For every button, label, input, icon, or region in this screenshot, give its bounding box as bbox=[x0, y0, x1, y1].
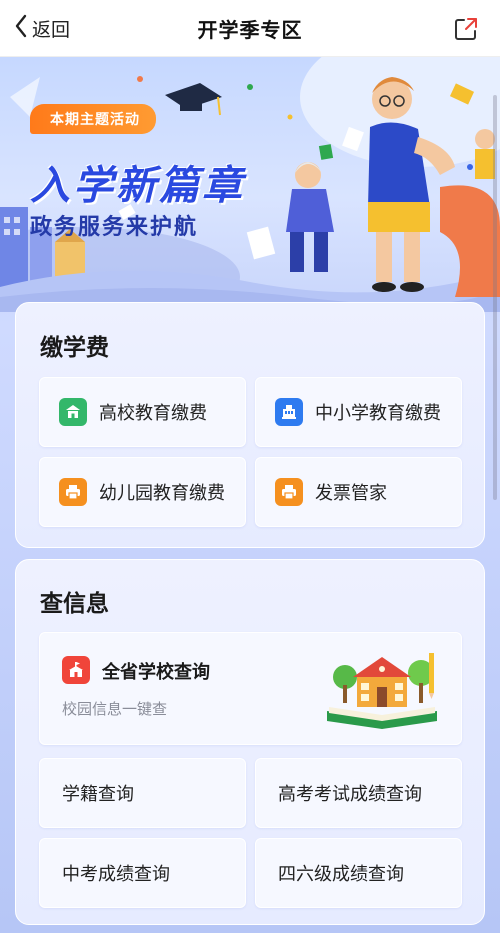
school-icon bbox=[62, 656, 90, 684]
student-status-tile[interactable]: 学籍查询 bbox=[39, 758, 246, 828]
chevron-left-icon bbox=[14, 14, 28, 42]
cet-score-tile[interactable]: 四六级成绩查询 bbox=[255, 838, 462, 908]
zhongkao-score-tile[interactable]: 中考成绩查询 bbox=[39, 838, 246, 908]
school-search-title: 全省学校查询 bbox=[102, 662, 210, 683]
tile-label: 中小学教育缴费 bbox=[315, 403, 441, 424]
top-nav-bar: 返回 开学季专区 bbox=[0, 0, 500, 57]
school-book-illustration bbox=[327, 653, 437, 729]
theme-activity-badge: 本期主题活动 bbox=[30, 104, 156, 134]
banner-headline: 入学新篇章 bbox=[30, 163, 245, 209]
school-building-icon bbox=[275, 398, 303, 426]
section-title-info: 查信息 bbox=[40, 591, 109, 617]
info-query-card: 查信息 全省学校查询 校园信息一键查 学籍查询 高考考试成绩查询 中考成绩查询 … bbox=[15, 559, 485, 925]
tile-label: 高考考试成绩查询 bbox=[278, 784, 422, 805]
tile-label: 发票管家 bbox=[315, 483, 387, 504]
banner-subline: 政务服务来护航 bbox=[30, 215, 199, 240]
tile-label: 幼儿园教育缴费 bbox=[99, 483, 225, 504]
share-icon[interactable] bbox=[452, 15, 480, 43]
kindergarten-fee-tile[interactable]: 幼儿园教育缴费 bbox=[39, 457, 246, 527]
tile-label: 四六级成绩查询 bbox=[278, 864, 404, 885]
tile-label: 中考成绩查询 bbox=[62, 864, 170, 885]
tile-label: 高校教育缴费 bbox=[99, 403, 207, 424]
page-title: 开学季专区 bbox=[197, 17, 303, 42]
university-icon bbox=[59, 398, 87, 426]
promo-banner[interactable]: 本期主题活动 入学新篇章 政务服务来护航 bbox=[0, 57, 500, 312]
invoice-manager-tile[interactable]: 发票管家 bbox=[255, 457, 462, 527]
printer-icon bbox=[275, 478, 303, 506]
back-label: 返回 bbox=[32, 18, 71, 41]
tile-label: 学籍查询 bbox=[62, 784, 134, 805]
school-search-tile[interactable]: 全省学校查询 校园信息一键查 bbox=[39, 632, 462, 745]
school-search-subtitle: 校园信息一键查 bbox=[62, 700, 168, 718]
university-fee-tile[interactable]: 高校教育缴费 bbox=[39, 377, 246, 447]
tuition-payment-card: 缴学费 高校教育缴费 中小学教育缴费 幼儿园教育缴费 发票管家 bbox=[15, 302, 485, 548]
section-title-fees: 缴学费 bbox=[40, 335, 109, 361]
scrollbar[interactable] bbox=[493, 95, 497, 500]
back-button[interactable]: 返回 bbox=[14, 14, 70, 42]
k12-fee-tile[interactable]: 中小学教育缴费 bbox=[255, 377, 462, 447]
printer-icon bbox=[59, 478, 87, 506]
gaokao-score-tile[interactable]: 高考考试成绩查询 bbox=[255, 758, 462, 828]
